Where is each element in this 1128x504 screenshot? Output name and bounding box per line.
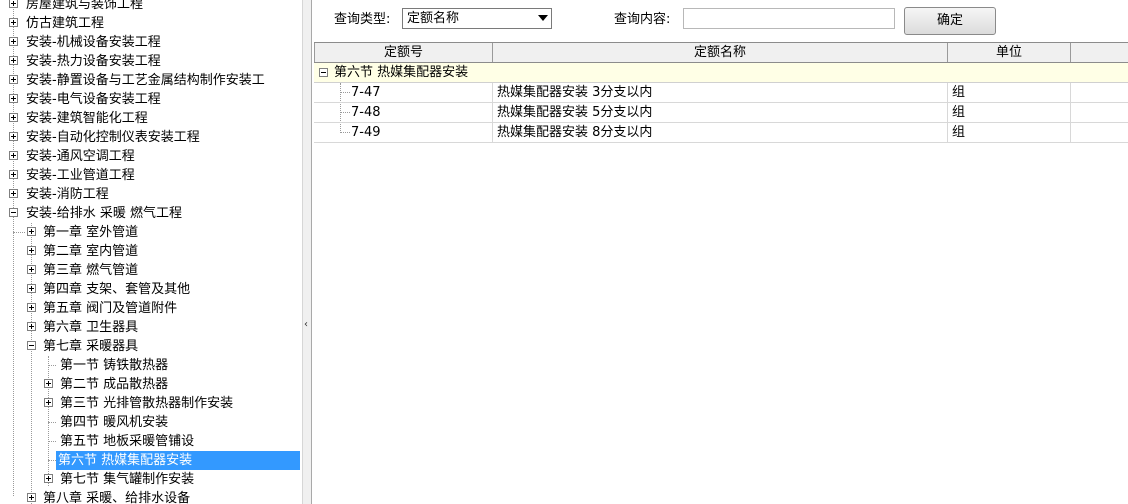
expand-icon[interactable]	[44, 474, 53, 483]
expand-icon[interactable]	[44, 379, 53, 388]
tree-item-label: 房屋建筑与装饰工程	[26, 0, 144, 12]
tree-item-label: 第八章 采暖、给排水设备	[43, 491, 191, 504]
column-header-code[interactable]: 定额号	[314, 43, 493, 62]
confirm-button[interactable]: 确定	[904, 7, 996, 35]
expand-icon[interactable]	[27, 284, 36, 293]
tree-item-label: 第七章 采暖器具	[43, 339, 139, 354]
query-type-value: 定额名称	[407, 11, 460, 26]
tree-item-label: 第三章 燃气管道	[43, 263, 139, 278]
tree-item-label: 第五章 阀门及管道附件	[43, 301, 178, 316]
group-row[interactable]: 第六节 热媒集配器安装	[314, 63, 1128, 83]
panel-splitter[interactable]: ‹	[302, 0, 312, 504]
expand-icon[interactable]	[9, 0, 18, 8]
query-panel: 查询类型: 定额名称 查询内容: 确定 定额号 定额名称 单位 第六节 热媒集配…	[312, 0, 1128, 504]
cell-code: 7-47	[347, 83, 493, 102]
collapse-left-icon[interactable]: ‹	[304, 318, 310, 332]
expand-icon[interactable]	[27, 246, 36, 255]
expand-icon[interactable]	[9, 132, 18, 141]
tree-item-label: 安装-建筑智能化工程	[26, 111, 148, 126]
tree-item-label: 安装-通风空调工程	[26, 149, 135, 164]
tree-item-label: 安装-工业管道工程	[26, 168, 135, 183]
tree-item-label: 安装-电气设备安装工程	[26, 92, 161, 107]
query-toolbar: 查询类型: 定额名称 查询内容: 确定	[312, 0, 1128, 42]
query-content-label: 查询内容:	[614, 12, 671, 27]
quota-grid[interactable]: 定额号 定额名称 单位 第六节 热媒集配器安装 7-47 热媒集配器安装 3分支…	[314, 42, 1128, 504]
tree-item-label: 安装-给排水 采暖 燃气工程	[26, 206, 182, 221]
tree-line	[13, 232, 25, 233]
column-header-name[interactable]: 定额名称	[493, 43, 948, 62]
chevron-down-icon[interactable]	[538, 15, 548, 21]
tree-line	[48, 365, 56, 366]
tree-item-label: 第二章 室内管道	[43, 244, 139, 259]
expand-icon[interactable]	[9, 94, 18, 103]
expand-icon[interactable]	[9, 170, 18, 179]
expand-icon[interactable]	[44, 398, 53, 407]
query-type-label: 查询类型:	[334, 12, 391, 27]
tree-line	[48, 356, 49, 486]
tree-item-label: 第一节 铸铁散热器	[60, 358, 169, 373]
tree-item-label: 第六章 卫生器具	[43, 320, 139, 335]
expand-icon[interactable]	[9, 151, 18, 160]
query-type-select[interactable]: 定额名称	[402, 8, 552, 29]
tree-line	[48, 460, 56, 461]
group-title: 第六节 热媒集配器安装	[334, 65, 469, 80]
expand-icon[interactable]	[9, 189, 18, 198]
tree-item-label: 第四节 暖风机安装	[60, 415, 169, 430]
cell-unit: 组	[948, 83, 1071, 102]
tree-item-label: 第四章 支架、套管及其他	[43, 282, 191, 297]
cell-name: 热媒集配器安装 3分支以内	[493, 83, 948, 102]
expand-icon[interactable]	[9, 37, 18, 46]
expand-icon[interactable]	[9, 56, 18, 65]
tree-item-label: 第六节 热媒集配器安装	[56, 451, 300, 470]
expand-icon[interactable]	[9, 18, 18, 27]
tree-item-label: 第二节 成品散热器	[60, 377, 169, 392]
cell-name: 热媒集配器安装 8分支以内	[493, 123, 948, 142]
cell-unit: 组	[948, 103, 1071, 122]
expand-icon[interactable]	[27, 265, 36, 274]
query-content-input[interactable]	[683, 8, 895, 29]
tree-item-label: 安装-自动化控制仪表安装工程	[26, 130, 200, 145]
tree-item-label: 安装-机械设备安装工程	[26, 35, 161, 50]
cell-code: 7-49	[347, 123, 493, 142]
collapse-icon[interactable]	[9, 208, 18, 217]
tree-item-label: 安装-消防工程	[26, 187, 109, 202]
tree-item-label: 安装-静置设备与工艺金属结构制作安装工	[26, 73, 265, 88]
cell-name: 热媒集配器安装 5分支以内	[493, 103, 948, 122]
tree-item-label: 第五节 地板采暖管铺设	[60, 434, 195, 449]
tree-item-label: 安装-热力设备安装工程	[26, 54, 161, 69]
table-row[interactable]: 7-47 热媒集配器安装 3分支以内 组	[314, 83, 1128, 103]
grid-header: 定额号 定额名称 单位	[314, 42, 1128, 63]
cell-code: 7-48	[347, 103, 493, 122]
cell-unit: 组	[948, 123, 1071, 142]
tree-item-label: 仿古建筑工程	[26, 16, 105, 31]
expand-icon[interactable]	[9, 75, 18, 84]
expand-icon[interactable]	[27, 322, 36, 331]
collapse-icon[interactable]	[27, 341, 36, 350]
expand-icon[interactable]	[27, 303, 36, 312]
tree-item-label: 第一章 室外管道	[43, 225, 139, 240]
column-header-extra	[1071, 43, 1128, 62]
tree-line	[48, 422, 56, 423]
column-header-unit[interactable]: 单位	[948, 43, 1071, 62]
collapse-icon[interactable]	[319, 68, 328, 77]
tree-item-label: 第七节 集气罐制作安装	[60, 472, 195, 487]
table-row[interactable]: 7-49 热媒集配器安装 8分支以内 组	[314, 123, 1128, 143]
tree-item-label: 第三节 光排管散热器制作安装	[60, 396, 234, 411]
table-row[interactable]: 7-48 热媒集配器安装 5分支以内 组	[314, 103, 1128, 123]
expand-icon[interactable]	[9, 113, 18, 122]
expand-icon[interactable]	[27, 227, 36, 236]
tree-line	[48, 441, 56, 442]
expand-icon[interactable]	[27, 493, 36, 502]
quota-tree[interactable]: 房屋建筑与装饰工程 仿古建筑工程 安装-机械设备安装工程 安装-热力设备安装工程…	[0, 0, 302, 504]
